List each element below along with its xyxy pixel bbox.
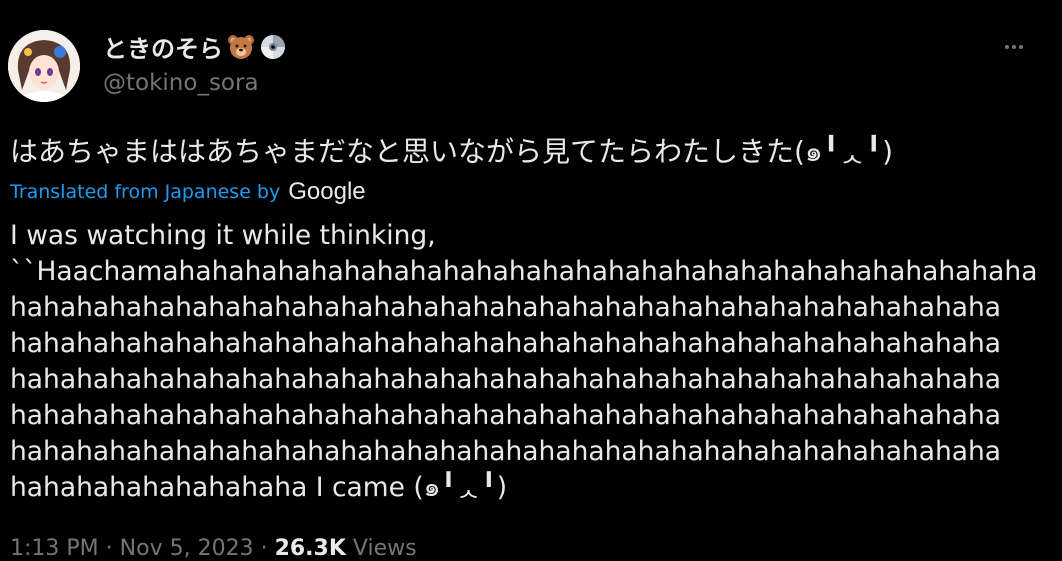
display-name[interactable]: ときのそら: [103, 29, 287, 64]
tweet-translation-text: I was watching it while thinking, ``Haac…: [10, 218, 1050, 506]
display-name-text: ときのそら: [103, 35, 223, 63]
translation-line: hahahahahahahahahahahahahahahahahahahaha…: [10, 328, 1002, 359]
google-logo: Google: [288, 178, 366, 205]
translated-from-label[interactable]: Translated from Japanese by: [10, 181, 280, 203]
meta-separator: ·: [260, 536, 268, 561]
tweet-time[interactable]: 1:13 PM: [10, 536, 99, 561]
tweet-original-text: はあちゃまははあちゃまだなと思いながら見てたらわたしきた(๑╹ᆺ╹): [10, 135, 894, 168]
translation-line: ``Haachamahahahahahahahahahahahahahahaha…: [10, 256, 1038, 287]
more-dot-icon: [1012, 45, 1016, 49]
cd-disc-icon: [259, 33, 287, 61]
tweet-meta: 1:13 PM · Nov 5, 2023 · 26.3K Views: [10, 536, 417, 561]
meta-separator: ·: [105, 536, 113, 561]
more-dot-icon: [1019, 45, 1023, 49]
tweet-date[interactable]: Nov 5, 2023: [120, 536, 254, 561]
views-label: Views: [352, 536, 417, 561]
translation-line: hahahahahahahahahahahahahahahahahahahaha…: [10, 292, 1002, 323]
avatar[interactable]: [8, 30, 80, 102]
translation-line: hahahahahahahahaha I came (๑╹ᆺ╹): [10, 472, 508, 503]
translation-line: hahahahahahahahahahahahahahahahahahahaha…: [10, 364, 1002, 395]
translation-line: hahahahahahahahahahahahahahahahahahahaha…: [10, 436, 1002, 467]
more-options-button[interactable]: [996, 36, 1032, 58]
translation-line: I was watching it while thinking,: [10, 220, 436, 251]
translation-line: hahahahahahahahahahahahahahahahahahahaha…: [10, 400, 1002, 431]
translation-attribution: Translated from Japanese by Google: [10, 178, 366, 206]
user-handle[interactable]: @tokino_sora: [103, 70, 259, 96]
more-dot-icon: [1005, 45, 1009, 49]
bear-emoji-icon: [227, 33, 255, 61]
views-count: 26.3K: [274, 536, 346, 561]
